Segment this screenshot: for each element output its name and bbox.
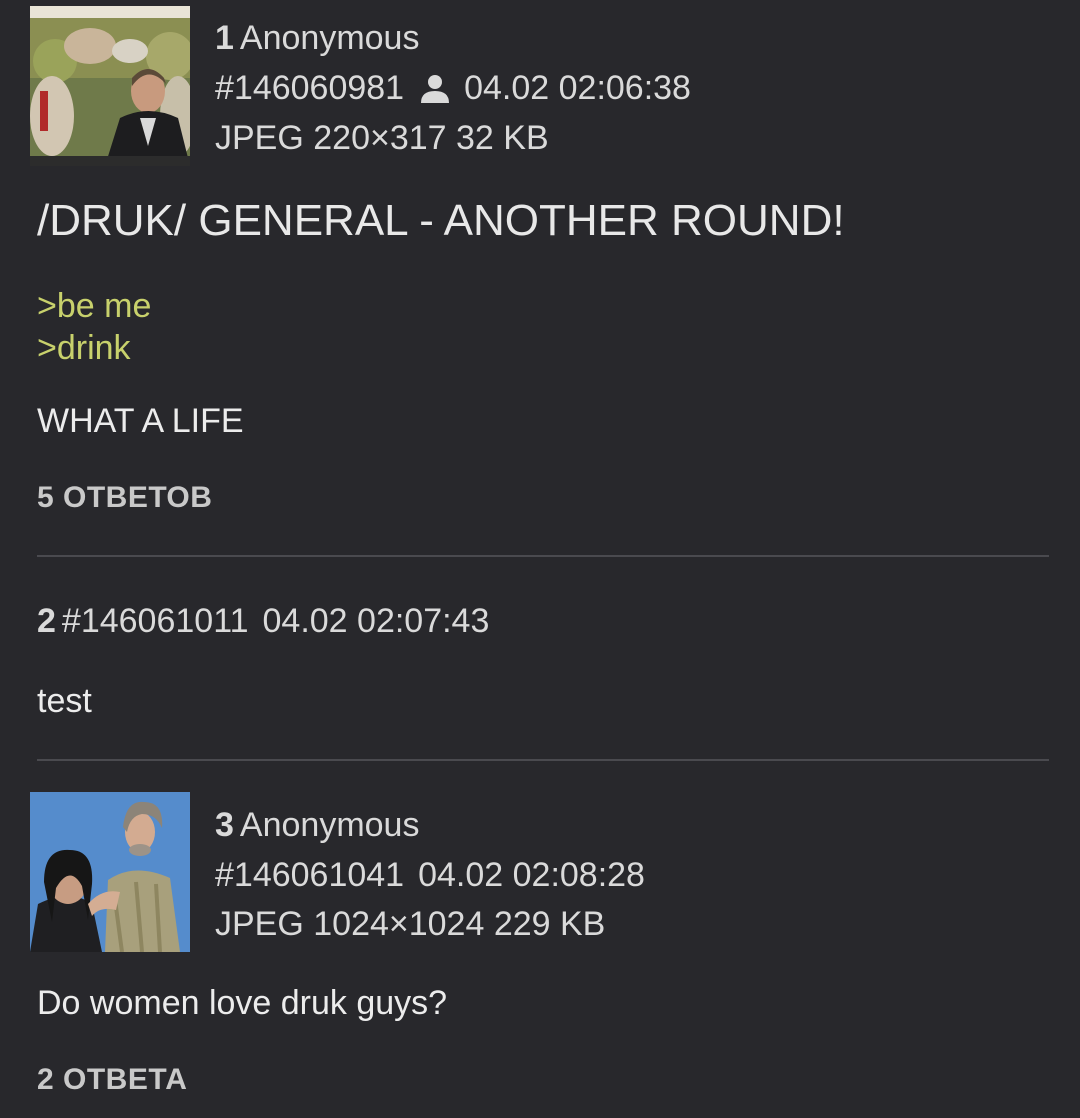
photo-image — [30, 792, 190, 952]
post-datetime: 04.02 02:07:43 — [262, 602, 490, 640]
post-1-header: 1 Anonymous — [215, 13, 419, 63]
post-1-replies-link[interactable]: 5 ОТВЕТОВ — [37, 481, 212, 515]
post-2: 2 #146061011 04.02 02:07:43 test — [0, 560, 1080, 760]
post-3-id-line: #146061041 04.02 02:08:28 — [215, 850, 645, 900]
post-id[interactable]: #146061041 — [215, 856, 404, 894]
post-3-thumbnail[interactable] — [30, 792, 190, 952]
post-divider — [37, 759, 1049, 761]
author-name: Anonymous — [239, 806, 420, 844]
greentext-line: >drink — [37, 329, 131, 367]
author-name: Anonymous — [239, 19, 420, 57]
post-1-id-line: #146060981 04.02 02:06:38 — [215, 63, 691, 117]
post-number[interactable]: 2 — [37, 602, 56, 640]
post-3-file-info[interactable]: JPEG 1024×1024 229 KB — [215, 899, 605, 949]
post-1-file-info[interactable]: JPEG 220×317 32 KB — [215, 113, 549, 163]
post-2-text: test — [37, 682, 92, 720]
post-3: 3 Anonymous #146061041 04.02 02:08:28 JPEG… — [0, 780, 1080, 1118]
post-datetime: 04.02 02:06:38 — [464, 69, 691, 107]
post-1: 1 Anonymous #146060981 04.02 02:06:38 JPEG… — [0, 0, 1080, 540]
post-divider — [37, 555, 1049, 557]
post-1-thumbnail[interactable] — [30, 6, 190, 166]
post-3-text: Do women love druk guys? — [37, 984, 448, 1022]
thread-subject: /DRUK/ GENERAL - ANOTHER ROUND! — [37, 196, 845, 245]
person-icon — [420, 67, 450, 117]
greentext-line: >be me — [37, 287, 152, 325]
movie-poster-image — [30, 6, 190, 166]
post-2-header: 2 #146061011 04.02 02:07:43 — [37, 596, 489, 646]
post-number[interactable]: 3 — [215, 806, 234, 844]
post-3-replies-link[interactable]: 2 ОТВЕТА — [37, 1063, 187, 1097]
post-3-header: 3 Anonymous — [215, 800, 419, 850]
post-datetime: 04.02 02:08:28 — [418, 856, 645, 894]
post-id[interactable]: #146060981 — [215, 69, 404, 107]
post-1-text: WHAT A LIFE — [37, 402, 244, 440]
post-number[interactable]: 1 — [215, 19, 234, 57]
post-id[interactable]: #146061011 — [62, 602, 249, 640]
